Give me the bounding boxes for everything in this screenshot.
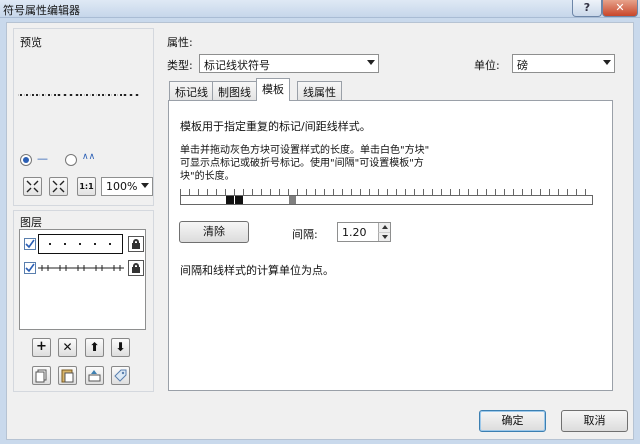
lock-icon[interactable] [128, 260, 144, 276]
tab-template[interactable]: 模板 [256, 78, 290, 101]
chevron-down-icon [603, 60, 611, 65]
ok-button[interactable]: 确定 [479, 410, 546, 432]
zoom-out-icon[interactable] [49, 177, 68, 196]
tab-line-properties[interactable]: 线属性 [297, 81, 342, 100]
style-layer-icon[interactable] [111, 366, 130, 385]
line-view-radio[interactable] [20, 154, 32, 166]
delete-layer-icon[interactable]: ✕ [58, 338, 77, 357]
symbol-type-select[interactable]: 标记线状符号 [199, 54, 379, 73]
chevron-down-icon [367, 60, 375, 65]
zoom-value: 100% [106, 180, 138, 193]
interval-spinner[interactable]: 1.20 [337, 222, 391, 242]
template-mark-block [235, 196, 243, 204]
unit-select[interactable]: 磅 [512, 54, 615, 73]
symbol-type-value: 标记线状符号 [204, 59, 270, 72]
template-length-handle [289, 196, 296, 204]
chevron-down-icon [141, 183, 149, 188]
spin-up-icon[interactable] [378, 223, 390, 232]
layer-row[interactable] [22, 260, 144, 276]
copy-layer-icon[interactable] [32, 366, 51, 385]
layer-visible-checkbox[interactable] [24, 262, 36, 274]
template-instructions-line3: 块"的长度。 [180, 171, 235, 182]
line-view-glyph: — [37, 152, 48, 165]
type-label: 类型: [167, 59, 193, 72]
layers-list[interactable] [19, 229, 146, 330]
template-ruler[interactable] [180, 185, 594, 207]
spin-down-icon[interactable] [378, 232, 390, 241]
template-description: 模板用于指定重复的标记/间距线样式。 [180, 120, 371, 133]
add-layer-icon[interactable]: + [32, 338, 51, 357]
clear-button[interactable]: 清除 [179, 221, 249, 243]
zoom-select[interactable]: 100% [101, 177, 153, 196]
layer-swatch-hash [38, 265, 124, 271]
preview-canvas [18, 94, 140, 96]
paste-layer-icon[interactable] [58, 366, 77, 385]
template-mark-block [226, 196, 234, 204]
combine-layer-icon[interactable] [85, 366, 104, 385]
zoom-in-icon[interactable] [23, 177, 42, 196]
interval-value: 1.20 [342, 226, 367, 239]
wave-view-glyph: ∧∧ [82, 152, 96, 162]
properties-label: 属性: [167, 36, 193, 49]
actual-size-icon[interactable]: 1:1 [77, 177, 96, 196]
window-title: 符号属性编辑器 [3, 4, 80, 17]
unit-note: 间隔和线样式的计算单位为点。 [180, 264, 334, 277]
cancel-button[interactable]: 取消 [561, 410, 628, 432]
help-button[interactable]: ? [572, 0, 602, 17]
title-bar: 符号属性编辑器 ? ✕ [0, 0, 640, 18]
preview-line-pattern [18, 94, 140, 96]
lock-icon[interactable] [128, 236, 144, 252]
preview-label: 预览 [20, 36, 42, 49]
close-button[interactable]: ✕ [602, 0, 638, 17]
layer-row[interactable] [22, 234, 144, 254]
tab-marker-line[interactable]: 标记线 [169, 81, 214, 100]
layers-label: 图层 [20, 216, 42, 229]
unit-label: 单位: [474, 59, 500, 72]
layer-visible-checkbox[interactable] [24, 238, 36, 250]
layer-swatch-dots [38, 234, 123, 254]
tab-cartographic-line[interactable]: 制图线 [212, 81, 257, 100]
wave-view-radio[interactable] [65, 154, 77, 166]
unit-value: 磅 [517, 59, 528, 72]
move-up-icon[interactable]: ⬆ [85, 338, 104, 357]
interval-label: 间隔: [292, 228, 318, 241]
move-down-icon[interactable]: ⬇ [111, 338, 130, 357]
